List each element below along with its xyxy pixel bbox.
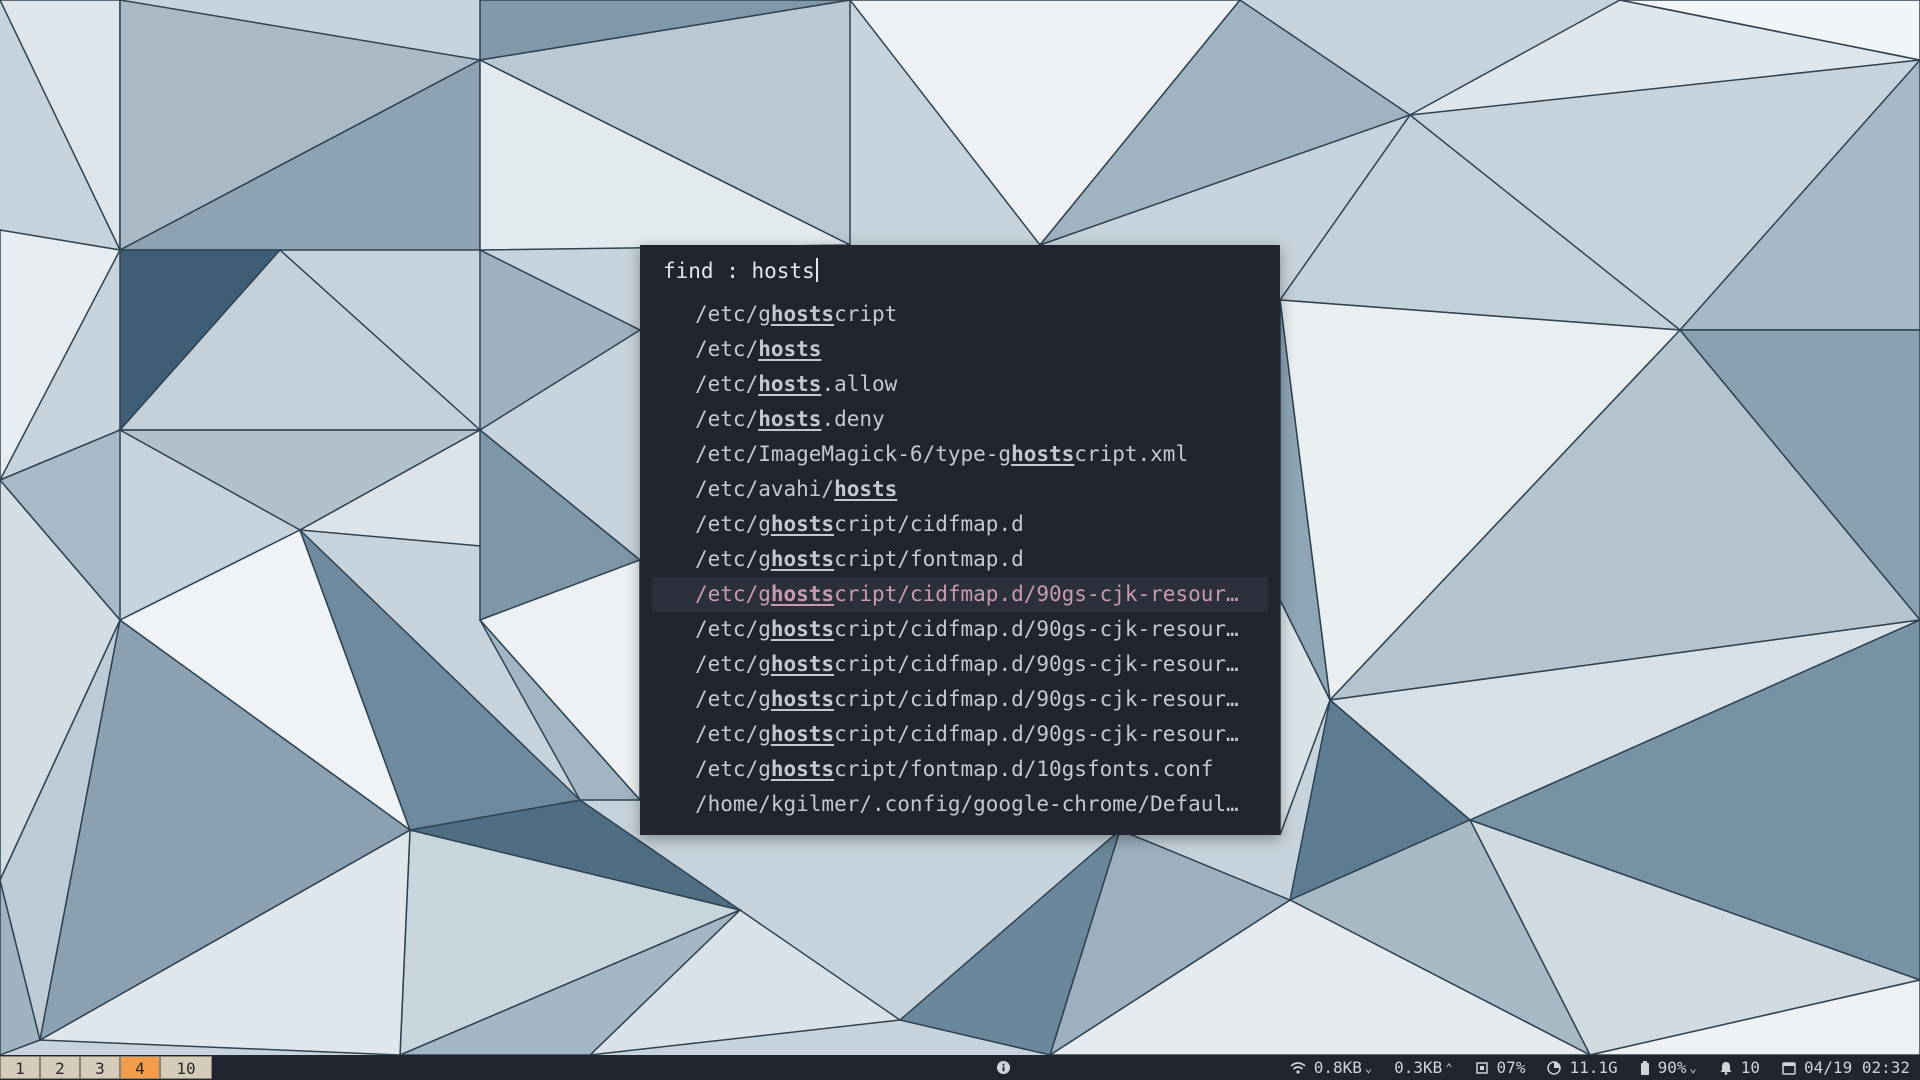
result-match-highlight: hosts [758,407,822,431]
result-item[interactable]: /etc/hosts [652,332,1268,367]
search-input[interactable]: hosts [752,259,815,283]
memory-pie-icon [1547,1060,1562,1075]
result-path-suffix: cript/fontmap.d [834,547,1024,571]
cpu-icon [1475,1061,1488,1074]
result-match-highlight: hosts [770,757,835,781]
calendar-icon [1782,1061,1796,1075]
bell-icon [1720,1061,1732,1075]
result-item[interactable]: /home/kgilmer/.config/google-chrome/Defa… [652,787,1268,822]
result-item[interactable]: /etc/hosts.allow [652,367,1268,402]
notification-count: 10 [1740,1058,1761,1077]
workspace-button-1[interactable]: 1 [0,1056,40,1079]
battery-icon [1640,1060,1649,1075]
info-icon[interactable] [996,1060,1011,1075]
result-match-highlight: hosts [758,337,822,361]
result-path-suffix: cript [834,302,898,326]
result-item[interactable]: /etc/ghostscript/cidfmap.d/90gs-cjk-reso… [652,647,1268,682]
workspace-button-3[interactable]: 3 [80,1056,120,1079]
result-path-prefix: /etc/g [695,302,771,326]
result-item[interactable]: /etc/ghostscript/cidfmap.d/90gs-cjk-reso… [652,612,1268,647]
result-path-prefix: /etc/ [695,337,759,361]
result-path-prefix: /etc/g [695,757,771,781]
search-prompt-row[interactable]: find : hosts [640,255,1280,287]
notification-indicator[interactable]: 10 [1719,1058,1760,1077]
workspace-button-4[interactable]: 4 [120,1056,160,1079]
net-down-value: 0.8KB [1313,1058,1362,1077]
memory-indicator[interactable]: 11.1G [1547,1058,1618,1077]
result-path-suffix: cript/cidfmap.d/90gs-cjk-resour… [834,687,1239,711]
result-path-suffix: .deny [821,407,885,431]
result-item[interactable]: /etc/hosts.deny [652,402,1268,437]
result-path-prefix: /etc/g [695,582,771,606]
cpu-indicator[interactable]: 07% [1475,1058,1526,1077]
prompt-label: find : [663,259,739,283]
chevron-down-icon: ⌄ [1364,1060,1373,1075]
result-path-suffix: .allow [821,372,898,396]
result-item[interactable]: /etc/avahi/hosts [652,472,1268,507]
result-item[interactable]: /etc/ghostscript/cidfmap.d [652,507,1268,542]
result-match-highlight: hosts [770,722,835,746]
result-item[interactable]: /etc/ghostscript/cidfmap.d/90gs-cjk-reso… [652,717,1268,752]
cpu-value: 07% [1496,1058,1526,1077]
result-match-highlight: hosts [770,687,835,711]
result-path-prefix: /etc/ [695,407,759,431]
result-path-suffix: cript/fontmap.d/10gsfonts.conf [834,757,1214,781]
wifi-icon [1290,1061,1306,1074]
result-path-prefix: /etc/ImageMagick-6/type-g [695,442,1012,466]
result-match-highlight: hosts [770,582,835,606]
chevron-down-icon: ⌄ [1689,1060,1697,1075]
result-match-highlight: hosts [770,512,835,536]
clock-indicator[interactable]: 04/19 02:32 [1782,1058,1910,1077]
workspace-switcher: 1 2 3 4 10 [0,1056,212,1079]
workspace-button-10[interactable]: 10 [160,1056,212,1079]
workspace-button-2[interactable]: 2 [40,1056,80,1079]
result-path-prefix: /etc/g [695,722,771,746]
result-path-prefix: /etc/avahi/ [695,477,835,501]
result-match-highlight: hosts [1011,442,1075,466]
battery-indicator[interactable]: 90% ⌄ [1640,1058,1697,1077]
result-match-highlight: hosts [834,477,898,501]
result-path-prefix: /etc/g [695,547,771,571]
result-item-selected[interactable]: /etc/ghostscript/cidfmap.d/90gs-cjk-reso… [652,577,1268,612]
chevron-up-icon: ⌃ [1445,1060,1453,1075]
result-path-prefix: /etc/g [695,512,771,536]
result-item[interactable]: /etc/ghostscript [652,297,1268,332]
result-item[interactable]: /etc/ghostscript/cidfmap.d/90gs-cjk-reso… [652,682,1268,717]
result-item[interactable]: /etc/ghostscript/fontmap.d [652,542,1268,577]
result-match-highlight: hosts [770,617,835,641]
result-path-suffix: cript/cidfmap.d/90gs-cjk-resour… [834,652,1239,676]
result-path-suffix: cript.xml [1074,442,1189,466]
result-path-suffix: cript/cidfmap.d/90gs-cjk-resour… [834,722,1239,746]
battery-value: 90% [1657,1058,1687,1077]
result-path-prefix: /home/kgilmer/.config/google-chrome/Defa… [695,792,1239,816]
net-up-value: 0.3KB [1394,1058,1443,1077]
result-match-highlight: hosts [770,652,835,676]
status-indicators: 0.8KB ⌄ 0.3KB ⌃ 07% 11.1G 90% ⌄ 10 04/19… [1268,1055,1910,1080]
result-path-prefix: /etc/g [695,617,771,641]
results-list: /etc/ghostscript/etc/hosts/etc/hosts.all… [640,297,1280,822]
result-match-highlight: hosts [758,372,822,396]
datetime-value: 04/19 02:32 [1804,1058,1910,1077]
text-cursor [815,258,818,282]
network-indicator[interactable]: 0.8KB ⌄ 0.3KB ⌃ [1290,1058,1453,1077]
status-bar: 1 2 3 4 10 0.8KB ⌄ 0.3KB ⌃ 07% 11.1G 90%… [0,1055,1920,1080]
result-item[interactable]: /etc/ghostscript/fontmap.d/10gsfonts.con… [652,752,1268,787]
result-item[interactable]: /etc/ImageMagick-6/type-ghostscript.xml [652,437,1268,472]
memory-value: 11.1G [1569,1058,1618,1077]
result-path-prefix: /etc/g [695,687,771,711]
result-path-prefix: /etc/g [695,652,771,676]
result-match-highlight: hosts [770,547,835,571]
result-path-suffix: cript/cidfmap.d [834,512,1024,536]
result-path-suffix: cript/cidfmap.d/90gs-cjk-resour… [834,617,1239,641]
result-match-highlight: hosts [770,302,835,326]
launcher-dialog: find : hosts /etc/ghostscript/etc/hosts /… [640,245,1280,835]
result-path-suffix: cript/cidfmap.d/90gs-cjk-resour… [834,582,1239,606]
result-path-prefix: /etc/ [695,372,759,396]
